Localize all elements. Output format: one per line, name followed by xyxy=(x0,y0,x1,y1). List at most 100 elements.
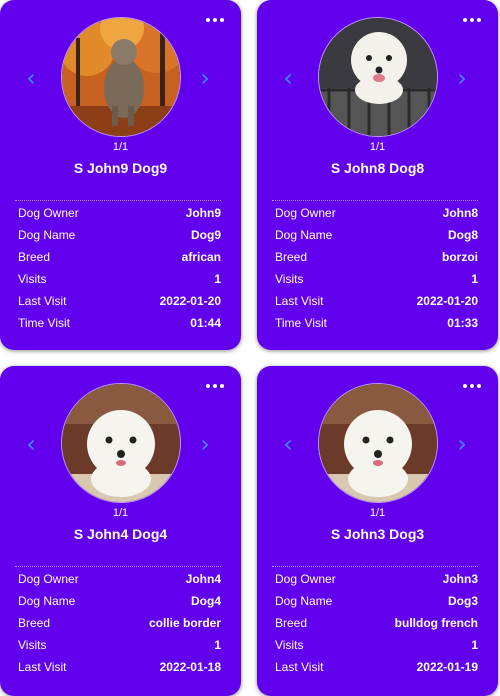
card-title: S John8 Dog8 xyxy=(330,160,425,176)
detail-value: 1 xyxy=(471,638,478,652)
more-options-icon[interactable] xyxy=(206,18,224,22)
dog-card: ‹ › 1/1 S John9 Dog9 Dog Owner John9 Dog … xyxy=(0,0,241,350)
detail-label: Dog Name xyxy=(18,594,76,608)
chevron-right-icon[interactable]: › xyxy=(455,66,469,90)
dog-card: ‹ › 1/1 S John4 Dog4 Dog Owner John4 Dog … xyxy=(0,366,241,696)
detail-value: John3 xyxy=(442,572,478,586)
detail-row-last-visit: Last Visit 2022-01-20 xyxy=(275,290,478,312)
detail-value: african xyxy=(181,250,221,264)
detail-row-last-visit: Last Visit 2022-01-18 xyxy=(18,656,221,678)
detail-row-owner: Dog Owner John8 xyxy=(275,202,478,224)
detail-row-breed: Breed bulldog french xyxy=(275,612,478,634)
detail-label: Last Visit xyxy=(275,660,324,674)
card-title: S John9 Dog9 xyxy=(73,160,168,176)
details-list: Dog Owner John9 Dog Name Dog9 Breed african… xyxy=(18,202,221,334)
detail-label: Last Visit xyxy=(18,294,67,308)
chevron-right-icon[interactable]: › xyxy=(198,66,212,90)
more-options-icon[interactable] xyxy=(463,18,481,22)
detail-value: 2022-01-19 xyxy=(416,660,478,674)
detail-row-owner: Dog Owner John3 xyxy=(275,568,478,590)
image-counter: 1/1 xyxy=(112,507,129,519)
chevron-left-icon[interactable]: ‹ xyxy=(281,66,295,90)
dog-photo xyxy=(61,17,181,137)
detail-value: John9 xyxy=(185,206,221,220)
detail-row-name: Dog Name Dog4 xyxy=(18,590,221,612)
detail-label: Breed xyxy=(275,250,308,264)
chevron-left-icon[interactable]: ‹ xyxy=(24,66,38,90)
image-counter: 1/1 xyxy=(112,141,129,153)
detail-label: Time Visit xyxy=(18,316,71,330)
chevron-left-icon[interactable]: ‹ xyxy=(281,432,295,456)
detail-row-time-visit: Time Visit 01:33 xyxy=(275,312,478,334)
detail-label: Dog Owner xyxy=(275,206,336,220)
detail-label: Dog Name xyxy=(275,594,333,608)
detail-row-visits: Visits 1 xyxy=(18,634,221,656)
detail-row-name: Dog Name Dog8 xyxy=(275,224,478,246)
detail-value: Dog3 xyxy=(448,594,478,608)
details-list: Dog Owner John8 Dog Name Dog8 Breed borzoi … xyxy=(275,202,478,334)
detail-row-visits: Visits 1 xyxy=(18,268,221,290)
dog-card: ‹ › 1/1 S John8 Dog8 Dog Owner John8 Dog… xyxy=(257,0,498,350)
dog-photo xyxy=(318,17,438,137)
detail-label: Time Visit xyxy=(275,316,328,330)
detail-label: Dog Name xyxy=(18,228,76,242)
details-list: Dog Owner John4 Dog Name Dog4 Breed collie … xyxy=(18,568,221,678)
detail-row-breed: Breed collie border xyxy=(18,612,221,634)
detail-label: Last Visit xyxy=(275,294,324,308)
detail-label: Dog Owner xyxy=(18,572,79,586)
card-title: S John3 Dog3 xyxy=(330,526,425,542)
detail-row-breed: Breed african xyxy=(18,246,221,268)
detail-label: Breed xyxy=(18,616,51,630)
detail-row-last-visit: Last Visit 2022-01-19 xyxy=(275,656,478,678)
detail-label: Dog Owner xyxy=(18,206,79,220)
more-options-icon[interactable] xyxy=(206,384,224,388)
detail-label: Breed xyxy=(18,250,51,264)
detail-row-owner: Dog Owner John4 xyxy=(18,568,221,590)
detail-value: 2022-01-20 xyxy=(159,294,221,308)
detail-value: 01:33 xyxy=(447,316,478,330)
detail-value: 2022-01-18 xyxy=(159,660,221,674)
divider xyxy=(15,566,221,567)
detail-label: Last Visit xyxy=(18,660,67,674)
chevron-right-icon[interactable]: › xyxy=(455,432,469,456)
detail-row-breed: Breed borzoi xyxy=(275,246,478,268)
detail-row-visits: Visits 1 xyxy=(275,268,478,290)
dog-card: ‹ › 1/1 S John3 Dog3 Dog Owner John3 Dog … xyxy=(257,366,498,696)
detail-value: borzoi xyxy=(442,250,478,264)
detail-value: Dog9 xyxy=(191,228,221,242)
details-list: Dog Owner John3 Dog Name Dog3 Breed bulldog… xyxy=(275,568,478,678)
divider xyxy=(15,200,221,201)
chevron-right-icon[interactable]: › xyxy=(198,432,212,456)
detail-label: Visits xyxy=(18,638,47,652)
dog-photo xyxy=(318,383,438,503)
detail-row-name: Dog Name Dog9 xyxy=(18,224,221,246)
chevron-left-icon[interactable]: ‹ xyxy=(24,432,38,456)
detail-value: 1 xyxy=(214,638,221,652)
detail-row-time-visit: Time Visit 01:44 xyxy=(18,312,221,334)
detail-value: 2022-01-20 xyxy=(416,294,478,308)
detail-label: Visits xyxy=(275,272,304,286)
detail-label: Visits xyxy=(275,638,304,652)
detail-label: Dog Name xyxy=(275,228,333,242)
detail-row-visits: Visits 1 xyxy=(275,634,478,656)
detail-row-owner: Dog Owner John9 xyxy=(18,202,221,224)
detail-label: Breed xyxy=(275,616,308,630)
detail-value: 01:44 xyxy=(190,316,221,330)
detail-value: 1 xyxy=(214,272,221,286)
detail-row-name: Dog Name Dog3 xyxy=(275,590,478,612)
detail-label: Dog Owner xyxy=(275,572,336,586)
detail-value: bulldog french xyxy=(394,616,478,630)
detail-row-last-visit: Last Visit 2022-01-20 xyxy=(18,290,221,312)
divider xyxy=(272,566,478,567)
detail-value: collie border xyxy=(148,616,221,630)
image-counter: 1/1 xyxy=(369,141,386,153)
more-options-icon[interactable] xyxy=(463,384,481,388)
detail-value: John4 xyxy=(185,572,221,586)
detail-value: Dog4 xyxy=(191,594,221,608)
detail-value: John8 xyxy=(442,206,478,220)
detail-value: 1 xyxy=(471,272,478,286)
image-counter: 1/1 xyxy=(369,507,386,519)
dog-photo xyxy=(61,383,181,503)
detail-label: Visits xyxy=(18,272,47,286)
card-title: S John4 Dog4 xyxy=(73,526,168,542)
